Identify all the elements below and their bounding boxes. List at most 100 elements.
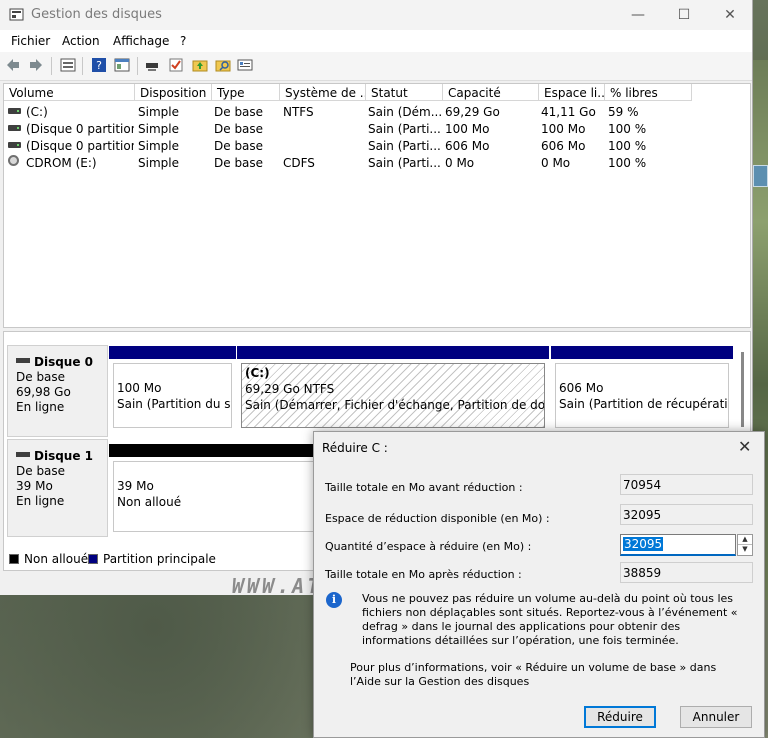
cell-percent-free: 59 %	[608, 105, 639, 119]
cell-type: De base	[214, 105, 264, 119]
disk-size: 69,98 Go	[16, 385, 71, 399]
svg-text:?: ?	[96, 59, 102, 72]
cell-type: De base	[214, 156, 264, 170]
cell-free-space: 41,11 Go	[541, 105, 596, 119]
maximize-button[interactable]: ☐	[661, 0, 707, 30]
partition-type-bar	[109, 444, 319, 457]
partition-body-selected: (C:) 69,29 Go NTFS Sain (Démarrer, Fichi…	[241, 363, 545, 428]
cell-volume: (Disque 0 partition...	[26, 139, 134, 153]
cell-capacity: 0 Mo	[445, 156, 475, 170]
folder-up-icon[interactable]	[192, 57, 208, 73]
spinner-down-icon[interactable]: ▼	[738, 545, 752, 554]
menu-affichage[interactable]: Affichage	[113, 34, 169, 48]
shrink-amount-value: 32095	[623, 537, 664, 551]
partition-status: Non alloué	[117, 495, 182, 509]
partition-status: Sain (Partition de récupération)	[559, 397, 729, 411]
vertical-scrollbar[interactable]	[741, 352, 744, 427]
partition-status: Sain (Partition du syst	[117, 397, 231, 411]
hard-drive-icon	[8, 142, 21, 148]
shrink-amount-spinner[interactable]: ▲ ▼	[737, 534, 753, 556]
partition-system[interactable]: 100 Mo Sain (Partition du syst	[109, 346, 236, 432]
partition-body: 39 Mo Non alloué	[113, 461, 315, 532]
available-shrink-label: Espace de réduction disponible (en Mo) :	[325, 512, 550, 525]
forward-arrow-icon[interactable]	[28, 57, 44, 73]
cell-filesystem: CDFS	[283, 156, 315, 170]
cell-volume: (C:)	[26, 105, 48, 119]
total-size-after-label: Taille totale en Mo après réduction :	[325, 568, 522, 581]
cell-disposition: Simple	[138, 105, 179, 119]
partition-size: 606 Mo	[559, 381, 604, 395]
partition-type-bar	[551, 346, 733, 359]
connect-icon[interactable]	[144, 57, 160, 73]
hard-drive-icon	[16, 358, 30, 363]
menu-bar: Fichier Action Affichage ?	[0, 30, 752, 52]
title-bar: Gestion des disques — ☐ ✕	[0, 0, 752, 30]
cell-disposition: Simple	[138, 139, 179, 153]
disk-type: De base	[16, 370, 66, 384]
column-header-status[interactable]: Statut	[366, 84, 443, 101]
search-folder-icon[interactable]	[215, 57, 231, 73]
column-header-type[interactable]: Type	[212, 84, 280, 101]
partition-title: (C:)	[245, 366, 270, 380]
console-icon[interactable]	[114, 57, 130, 73]
column-header-percent-free[interactable]: % libres	[605, 84, 692, 101]
window-title: Gestion des disques	[31, 7, 162, 22]
shrink-amount-input[interactable]: 32095	[620, 534, 736, 556]
spinner-up-icon[interactable]: ▲	[738, 535, 752, 545]
partition-size: 100 Mo	[117, 381, 162, 395]
help-message: Pour plus d’informations, voir « Réduire…	[350, 661, 717, 688]
column-header-capacity[interactable]: Capacité	[443, 84, 539, 101]
cell-disposition: Simple	[138, 122, 179, 136]
partition-type-bar	[237, 346, 549, 359]
hard-drive-icon	[8, 125, 21, 131]
legend-primary-swatch	[88, 554, 98, 564]
cell-free-space: 100 Mo	[541, 122, 586, 136]
hard-drive-icon	[16, 452, 30, 457]
cell-free-space: 0 Mo	[541, 156, 571, 170]
partition-c[interactable]: (C:) 69,29 Go NTFS Sain (Démarrer, Fichi…	[237, 346, 549, 432]
menu-fichier[interactable]: Fichier	[11, 34, 50, 48]
cell-disposition: Simple	[138, 156, 179, 170]
menu-action[interactable]: Action	[62, 34, 100, 48]
minimize-button[interactable]: —	[615, 0, 661, 30]
menu-help[interactable]: ?	[180, 34, 186, 48]
toolbar-separator	[51, 57, 52, 75]
legend-unallocated-swatch	[9, 554, 19, 564]
properties-icon[interactable]	[237, 57, 253, 73]
cancel-button[interactable]: Annuler	[680, 706, 752, 728]
disk-0-label[interactable]: Disque 0 De base 69,98 Go En ligne	[7, 345, 108, 437]
disk-list-icon[interactable]	[60, 57, 76, 73]
close-button[interactable]: ✕	[707, 0, 752, 30]
partition-recovery[interactable]: 606 Mo Sain (Partition de récupération)	[551, 346, 733, 432]
hard-drive-icon	[8, 108, 21, 114]
legend: Non alloué Partition principale	[3, 548, 315, 570]
available-shrink-value: 32095	[620, 504, 753, 525]
taskbar-app-icon[interactable]	[753, 165, 768, 187]
cell-status: Sain (Parti...	[368, 139, 441, 153]
disk-1-label[interactable]: Disque 1 De base 39 Mo En ligne	[7, 439, 108, 537]
back-arrow-icon[interactable]	[5, 57, 21, 73]
cell-volume: CDROM (E:)	[26, 156, 97, 170]
help-icon[interactable]: ?	[91, 57, 107, 73]
cell-capacity: 69,29 Go	[445, 105, 500, 119]
column-header-free-space[interactable]: Espace li...	[539, 84, 605, 101]
dialog-title: Réduire C :	[322, 441, 388, 455]
partition-size: 69,29 Go NTFS	[245, 382, 335, 396]
column-header-disposition[interactable]: Disposition	[135, 84, 212, 101]
disk-state: En ligne	[16, 400, 65, 414]
disk-size: 39 Mo	[16, 479, 53, 493]
check-icon[interactable]	[168, 57, 184, 73]
partition-status: Sain (Démarrer, Fichier d'échange, Parti…	[245, 398, 545, 412]
partition-body: 100 Mo Sain (Partition du syst	[113, 363, 232, 428]
shrink-button[interactable]: Réduire	[584, 706, 656, 728]
shrink-amount-label: Quantité d’espace à réduire (en Mo) :	[325, 540, 532, 553]
cell-capacity: 606 Mo	[445, 139, 490, 153]
column-header-filesystem[interactable]: Système de ...	[280, 84, 366, 101]
cdrom-icon	[8, 155, 19, 166]
column-header-volume[interactable]: Volume	[4, 84, 135, 101]
dialog-close-icon[interactable]: ✕	[738, 437, 751, 456]
disk-management-app-icon	[9, 8, 24, 21]
partition-unallocated[interactable]: 39 Mo Non alloué	[109, 444, 319, 536]
toolbar-separator	[82, 57, 83, 75]
cell-filesystem: NTFS	[283, 105, 314, 119]
